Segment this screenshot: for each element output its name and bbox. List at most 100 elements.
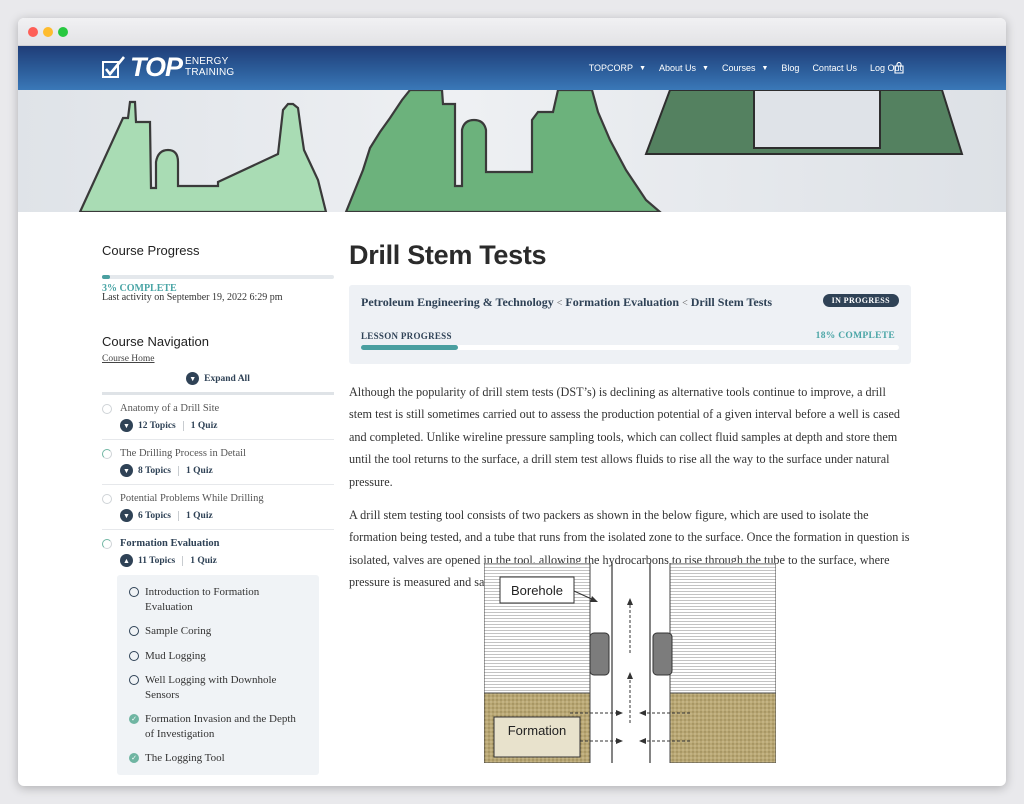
chevron-down-icon[interactable]: ▼ <box>120 464 133 477</box>
topic-item-sample-coring[interactable]: Sample Coring <box>129 624 307 639</box>
shopping-bag-icon[interactable] <box>894 62 904 74</box>
caret-down-icon: ▼ <box>761 64 769 72</box>
status-badge: IN PROGRESS <box>822 294 899 307</box>
course-home-link[interactable]: Course Home <box>102 354 334 364</box>
breadcrumb-course[interactable]: Petroleum Engineering & Technology <box>361 295 554 309</box>
lesson-meta: ▲ 11 Topics 1 Quiz <box>120 554 334 567</box>
menu-item-label: About Us <box>659 63 697 73</box>
lesson-quiz-count: 1 Quiz <box>186 510 213 521</box>
caret-down-icon: ▼ <box>639 64 646 72</box>
page-title: Drill Stem Tests <box>349 240 547 270</box>
topic-title: Mud Logging <box>145 649 206 662</box>
breadcrumb-separator: < <box>682 298 688 309</box>
course-sidebar: Course Progress 3% COMPLETE Last activit… <box>102 212 334 775</box>
meta-separator <box>178 510 180 521</box>
topic-incomplete-icon <box>129 650 139 661</box>
topic-list: Introduction to Formation Evaluation Sam… <box>117 575 319 775</box>
lesson-title: Formation Evaluation <box>120 538 220 549</box>
course-progress-fill <box>102 275 110 279</box>
checkbox-logo-icon <box>102 56 126 78</box>
lesson-row: Anatomy of a Drill Site <box>102 403 334 414</box>
drill-stem-test-figure: Borehole Formation <box>483 562 777 764</box>
expand-all-label: Expand All <box>204 373 250 384</box>
logo-subtitle-line2: TRAINING <box>185 67 235 78</box>
window-titlebar <box>18 18 1006 46</box>
last-activity-text: Last activity on September 19, 2022 6:29… <box>102 292 283 303</box>
lesson-progress-bar <box>361 345 899 350</box>
lesson-item-anatomy[interactable]: Anatomy of a Drill Site ▼ 12 Topics 1 Qu… <box>102 395 334 440</box>
lesson-title: The Drilling Process in Detail <box>120 448 246 459</box>
lesson-item-drilling-process[interactable]: The Drilling Process in Detail ▼ 8 Topic… <box>102 440 334 485</box>
hero-banner <box>18 90 1006 212</box>
meta-separator <box>182 555 184 566</box>
chevron-up-icon[interactable]: ▲ <box>120 554 133 567</box>
main-menu: TOPCORP ▼ About Us ▼ Courses ▼ Blog Contact… <box>576 46 902 90</box>
menu-item-label: Blog <box>781 63 800 73</box>
topic-title: Sample Coring <box>145 625 212 637</box>
borehole-label: Borehole <box>511 583 563 598</box>
chevron-down-icon[interactable]: ▼ <box>120 419 133 432</box>
menu-item-label: TOPCORP <box>588 63 634 73</box>
logo-wordmark: TOP <box>130 52 183 82</box>
in-progress-status-icon <box>102 448 112 459</box>
meta-separator <box>178 465 180 476</box>
check-icon: ✓ <box>129 714 139 724</box>
meta-separator <box>182 420 184 431</box>
page-content: TOP ENERGY TRAINING TOPCORP ▼ About Us ▼ C… <box>18 46 1006 786</box>
menu-item-topcorp[interactable]: TOPCORP ▼ <box>589 63 646 73</box>
chevron-down-icon[interactable]: ▼ <box>120 509 133 522</box>
lesson-meta: ▼ 8 Topics 1 Quiz <box>120 464 334 477</box>
close-window-button[interactable] <box>28 27 38 37</box>
article-paragraph-1: Although the popularity of drill stem te… <box>349 385 901 489</box>
topic-item-mud-logging[interactable]: Mud Logging <box>129 649 307 664</box>
topic-item-introduction[interactable]: Introduction to Formation Evaluation <box>129 585 307 614</box>
lesson-row: Formation Evaluation <box>102 538 334 549</box>
minimize-window-button[interactable] <box>43 27 53 37</box>
topic-title: The Logging Tool <box>145 752 225 764</box>
topic-incomplete-icon <box>129 675 139 685</box>
zoom-window-button[interactable] <box>58 27 68 37</box>
course-navigation-title: Course Navigation <box>102 334 209 349</box>
topic-item-formation-invasion[interactable]: ✓ Formation Invasion and the Depth of Inv… <box>129 712 307 741</box>
expand-all-button[interactable]: ▼ Expand All <box>102 372 334 385</box>
lesson-row: Potential Problems While Drilling <box>102 493 334 504</box>
menu-item-about-us[interactable]: About Us ▼ <box>659 63 709 73</box>
topic-item-logging-tool[interactable]: ✓ The Logging Tool <box>129 751 307 766</box>
lesson-item-potential-problems[interactable]: Potential Problems While Drilling ▼ 6 To… <box>102 485 334 530</box>
menu-item-blog[interactable]: Blog <box>781 63 799 73</box>
lesson-progress-fill <box>361 345 458 350</box>
lesson-progress-panel: Petroleum Engineering & Technology < Forma… <box>349 285 911 364</box>
top-navbar: TOP ENERGY TRAINING TOPCORP ▼ About Us ▼ C… <box>18 46 1006 90</box>
breadcrumb-separator: < <box>556 298 563 309</box>
lesson-topics-count: 8 Topics <box>138 465 172 476</box>
topic-title: Formation Invasion and the Depth of Inve… <box>145 713 296 740</box>
drill-stem-diagram: Borehole Formation <box>483 562 777 764</box>
lesson-quiz-count: 1 Quiz <box>186 465 213 476</box>
menu-item-courses[interactable]: Courses ▼ <box>722 63 768 73</box>
lesson-item-formation-evaluation[interactable]: Formation Evaluation ▲ 11 Topics 1 Quiz … <box>102 530 334 775</box>
breadcrumb-topic[interactable]: Drill Stem Tests <box>691 295 772 309</box>
topic-incomplete-icon <box>129 626 139 636</box>
topic-title: Introduction to Formation Evaluation <box>145 586 260 613</box>
breadcrumb-lesson[interactable]: Formation Evaluation <box>565 295 679 309</box>
topic-item-well-logging[interactable]: Well Logging with Downhole Sensors <box>129 673 307 702</box>
lesson-progress-percent: 18% COMPLETE <box>815 331 895 341</box>
not-started-status-icon <box>102 403 112 414</box>
lesson-topics-count: 6 Topics <box>138 510 172 521</box>
site-logo[interactable]: TOP ENERGY TRAINING <box>102 53 234 81</box>
menu-item-contact-us[interactable]: Contact Us <box>812 63 857 73</box>
topic-title: Well Logging with Downhole Sensors <box>145 674 277 701</box>
lesson-meta: ▼ 12 Topics 1 Quiz <box>120 419 334 432</box>
formation-label: Formation <box>508 723 567 738</box>
lesson-quiz-count: 1 Quiz <box>190 555 217 566</box>
industrial-skyline-illustration <box>78 90 964 212</box>
lesson-progress-label: LESSON PROGRESS <box>361 331 452 341</box>
lesson-topics-count: 12 Topics <box>138 420 176 431</box>
lesson-topics-count: 11 Topics <box>138 555 176 566</box>
lesson-article: Drill Stem Tests Petroleum Engineering &… <box>349 212 911 764</box>
browser-window: TOP ENERGY TRAINING TOPCORP ▼ About Us ▼ C… <box>18 18 1006 786</box>
lesson-title: Anatomy of a Drill Site <box>120 403 220 414</box>
lesson-quiz-count: 1 Quiz <box>190 420 218 431</box>
lesson-row: The Drilling Process in Detail <box>102 448 334 459</box>
logo-subtitle-line1: ENERGY <box>185 56 229 67</box>
